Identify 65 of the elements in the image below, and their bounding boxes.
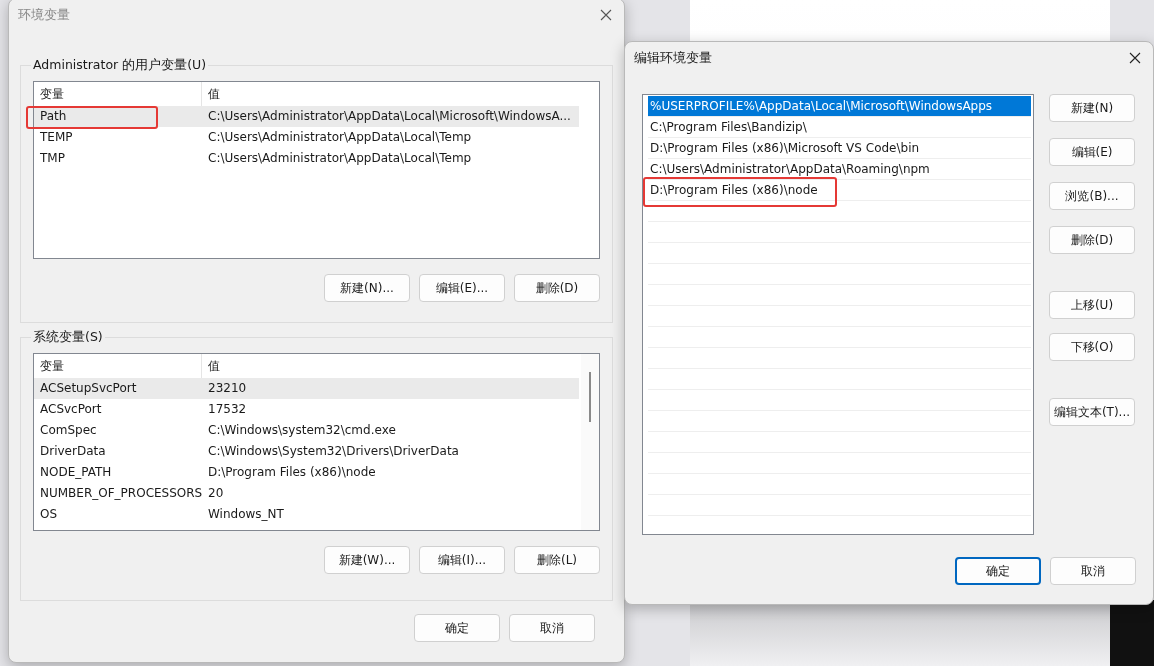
dialog-button[interactable]: 新建(N) bbox=[1049, 94, 1135, 122]
scrollbar[interactable] bbox=[581, 354, 599, 530]
dialog-button[interactable]: 下移(O) bbox=[1049, 333, 1135, 361]
list-row[interactable]: ComSpec C:\Windows\system32\cmd.exe bbox=[34, 420, 579, 441]
column-header[interactable]: 值 bbox=[202, 82, 220, 106]
table-cell-text: NODE_PATH bbox=[39, 464, 113, 481]
table-cell-text: ACSetupSvcPort bbox=[39, 380, 138, 397]
list-row[interactable]: TMP C:\Users\Administrator\AppData\Local\Temp bbox=[34, 148, 579, 169]
table-cell-text: NUMBER_OF_PROCESSORS bbox=[39, 485, 202, 502]
list-item[interactable]: %USERPROFILE%\AppData\Local\Microsoft\WindowsApps bbox=[648, 96, 1031, 117]
list-row[interactable]: TEMP C:\Users\Administrator\AppData\Local\Temp bbox=[34, 127, 579, 148]
table-cell-text: Windows_NT bbox=[207, 506, 284, 523]
table-cell-text: C:\Users\Administrator\AppData\Local\Microsoft\WindowsA... bbox=[207, 108, 571, 125]
group-label: 系统变量(S) bbox=[32, 329, 104, 346]
variable-list[interactable]: 变量 值 Path C:\Users\Administrator\AppData\Local\Microsoft\WindowsA... TEMP C:\Users\Administrator\AppData\Local\Temp TMP C:\Users\Administrator\AppData\Local\Temp bbox=[33, 81, 600, 259]
path-list[interactable]: %USERPROFILE%\AppData\Local\Microsoft\WindowsApps C:\Program Files\Bandizip\ D:\Program Files (x86)\Microsoft VS Code\bin C:\Users\Administrator\AppData\Roaming\npm D:\Program Files (x86)\node bbox=[642, 94, 1034, 535]
table-cell-text: ACSvcPort bbox=[39, 401, 103, 418]
table-cell-text: 20 bbox=[207, 485, 224, 502]
list-item[interactable]: C:\Program Files\Bandizip\ bbox=[648, 117, 1031, 138]
dialog-button[interactable]: 确定 bbox=[414, 614, 500, 642]
table-cell-text: TEMP bbox=[39, 129, 74, 146]
dialog-button[interactable]: 编辑文本(T)... bbox=[1049, 398, 1135, 426]
dialog-button[interactable]: 上移(U) bbox=[1049, 291, 1135, 319]
table-cell-text: DriverData bbox=[39, 443, 107, 460]
list-row[interactable]: ACSvcPort 17532 bbox=[34, 399, 579, 420]
background-panel bbox=[1110, 600, 1154, 666]
list-item[interactable]: D:\Program Files (x86)\node bbox=[648, 180, 1031, 201]
dialog-button[interactable]: 编辑(I)... bbox=[419, 546, 505, 574]
window-title: 环境变量 bbox=[18, 6, 70, 24]
dialog-button[interactable]: 新建(W)... bbox=[324, 546, 410, 574]
dialog-button[interactable]: 删除(D) bbox=[1049, 226, 1135, 254]
table-cell-text: 17532 bbox=[207, 401, 247, 418]
list-row[interactable]: Path C:\Users\Administrator\AppData\Local\Microsoft\WindowsA... bbox=[34, 106, 579, 127]
table-cell-text: 23210 bbox=[207, 380, 247, 397]
list-row[interactable]: DriverData C:\Windows\System32\Drivers\DriverData bbox=[34, 441, 579, 462]
table-cell-text: C:\Windows\System32\Drivers\DriverData bbox=[207, 443, 459, 460]
dialog-button[interactable]: 浏览(B)... bbox=[1049, 182, 1135, 210]
dialog-button[interactable]: 确定 bbox=[955, 557, 1041, 585]
column-header[interactable]: 值 bbox=[202, 354, 220, 378]
dialog-button[interactable]: 删除(D) bbox=[514, 274, 600, 302]
table-cell-text: C:\Users\Administrator\AppData\Local\Temp bbox=[207, 150, 472, 167]
list-item[interactable]: C:\Users\Administrator\AppData\Roaming\npm bbox=[648, 159, 1031, 180]
list-row[interactable]: NODE_PATH D:\Program Files (x86)\node bbox=[34, 462, 579, 483]
dialog-button[interactable]: 编辑(E)... bbox=[419, 274, 505, 302]
table-cell-text: C:\Windows\system32\cmd.exe bbox=[207, 422, 396, 439]
table-cell-text: OS bbox=[39, 506, 59, 523]
list-row[interactable]: OS Windows_NT bbox=[34, 504, 579, 525]
table-cell-text: D:\Program Files (x86)\node bbox=[207, 464, 376, 481]
dialog-button[interactable]: 新建(N)... bbox=[324, 274, 410, 302]
window-title: 编辑环境变量 bbox=[634, 49, 712, 67]
dialog-button[interactable]: 编辑(E) bbox=[1049, 138, 1135, 166]
table-cell-text: C:\Users\Administrator\AppData\Local\Temp bbox=[207, 129, 472, 146]
close-icon[interactable] bbox=[1129, 52, 1141, 64]
list-row[interactable]: NUMBER_OF_PROCESSORS 20 bbox=[34, 483, 579, 504]
dialog-button[interactable]: 取消 bbox=[1050, 557, 1136, 585]
dialog-button[interactable]: 取消 bbox=[509, 614, 595, 642]
dialog-button[interactable]: 删除(L) bbox=[514, 546, 600, 574]
close-icon[interactable] bbox=[600, 9, 612, 21]
table-cell-text: ComSpec bbox=[39, 422, 98, 439]
group-label: Administrator 的用户变量(U) bbox=[32, 57, 208, 74]
variable-list[interactable] bbox=[33, 353, 600, 531]
table-cell-text: TMP bbox=[39, 150, 66, 167]
table-cell-text: Path bbox=[39, 108, 68, 125]
list-row[interactable]: ACSetupSvcPort 23210 bbox=[34, 378, 579, 399]
list-item[interactable]: D:\Program Files (x86)\Microsoft VS Code\bin bbox=[648, 138, 1031, 159]
